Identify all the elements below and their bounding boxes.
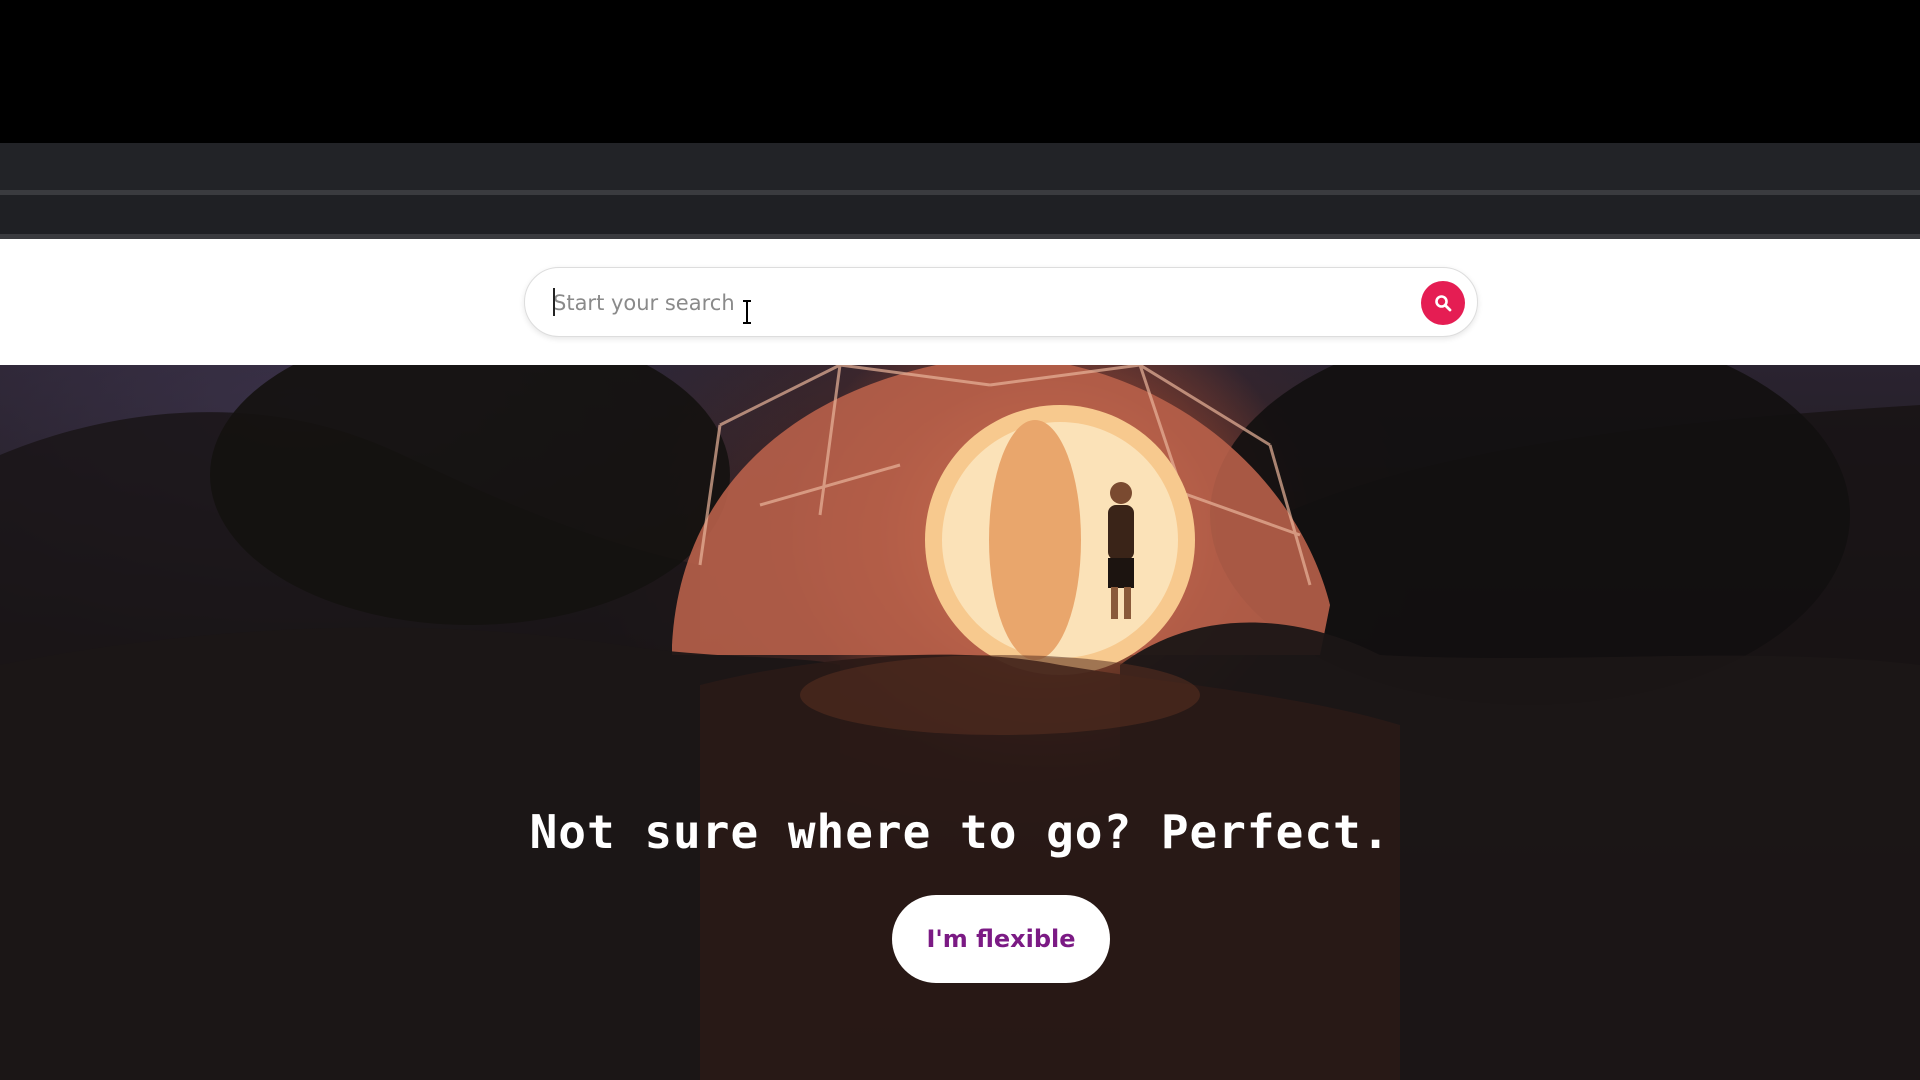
browser-toolbar-band xyxy=(0,143,1920,239)
search-icon xyxy=(1435,295,1452,312)
toolbar-row xyxy=(0,143,1920,191)
toolbar-row xyxy=(0,195,1920,235)
search-bar[interactable] xyxy=(524,267,1478,337)
hero-section: Not sure where to go? Perfect. I'm flexi… xyxy=(0,365,1920,1080)
page: Not sure where to go? Perfect. I'm flexi… xyxy=(0,0,1920,1080)
search-input[interactable] xyxy=(553,286,1373,320)
top-black-area xyxy=(0,0,1920,143)
site-header xyxy=(0,239,1920,365)
search-button[interactable] xyxy=(1421,281,1465,325)
im-flexible-button[interactable]: I'm flexible xyxy=(892,895,1110,983)
hero-title: Not sure where to go? Perfect. xyxy=(529,805,1391,859)
text-caret xyxy=(553,288,555,316)
text-cursor-icon xyxy=(743,300,751,324)
